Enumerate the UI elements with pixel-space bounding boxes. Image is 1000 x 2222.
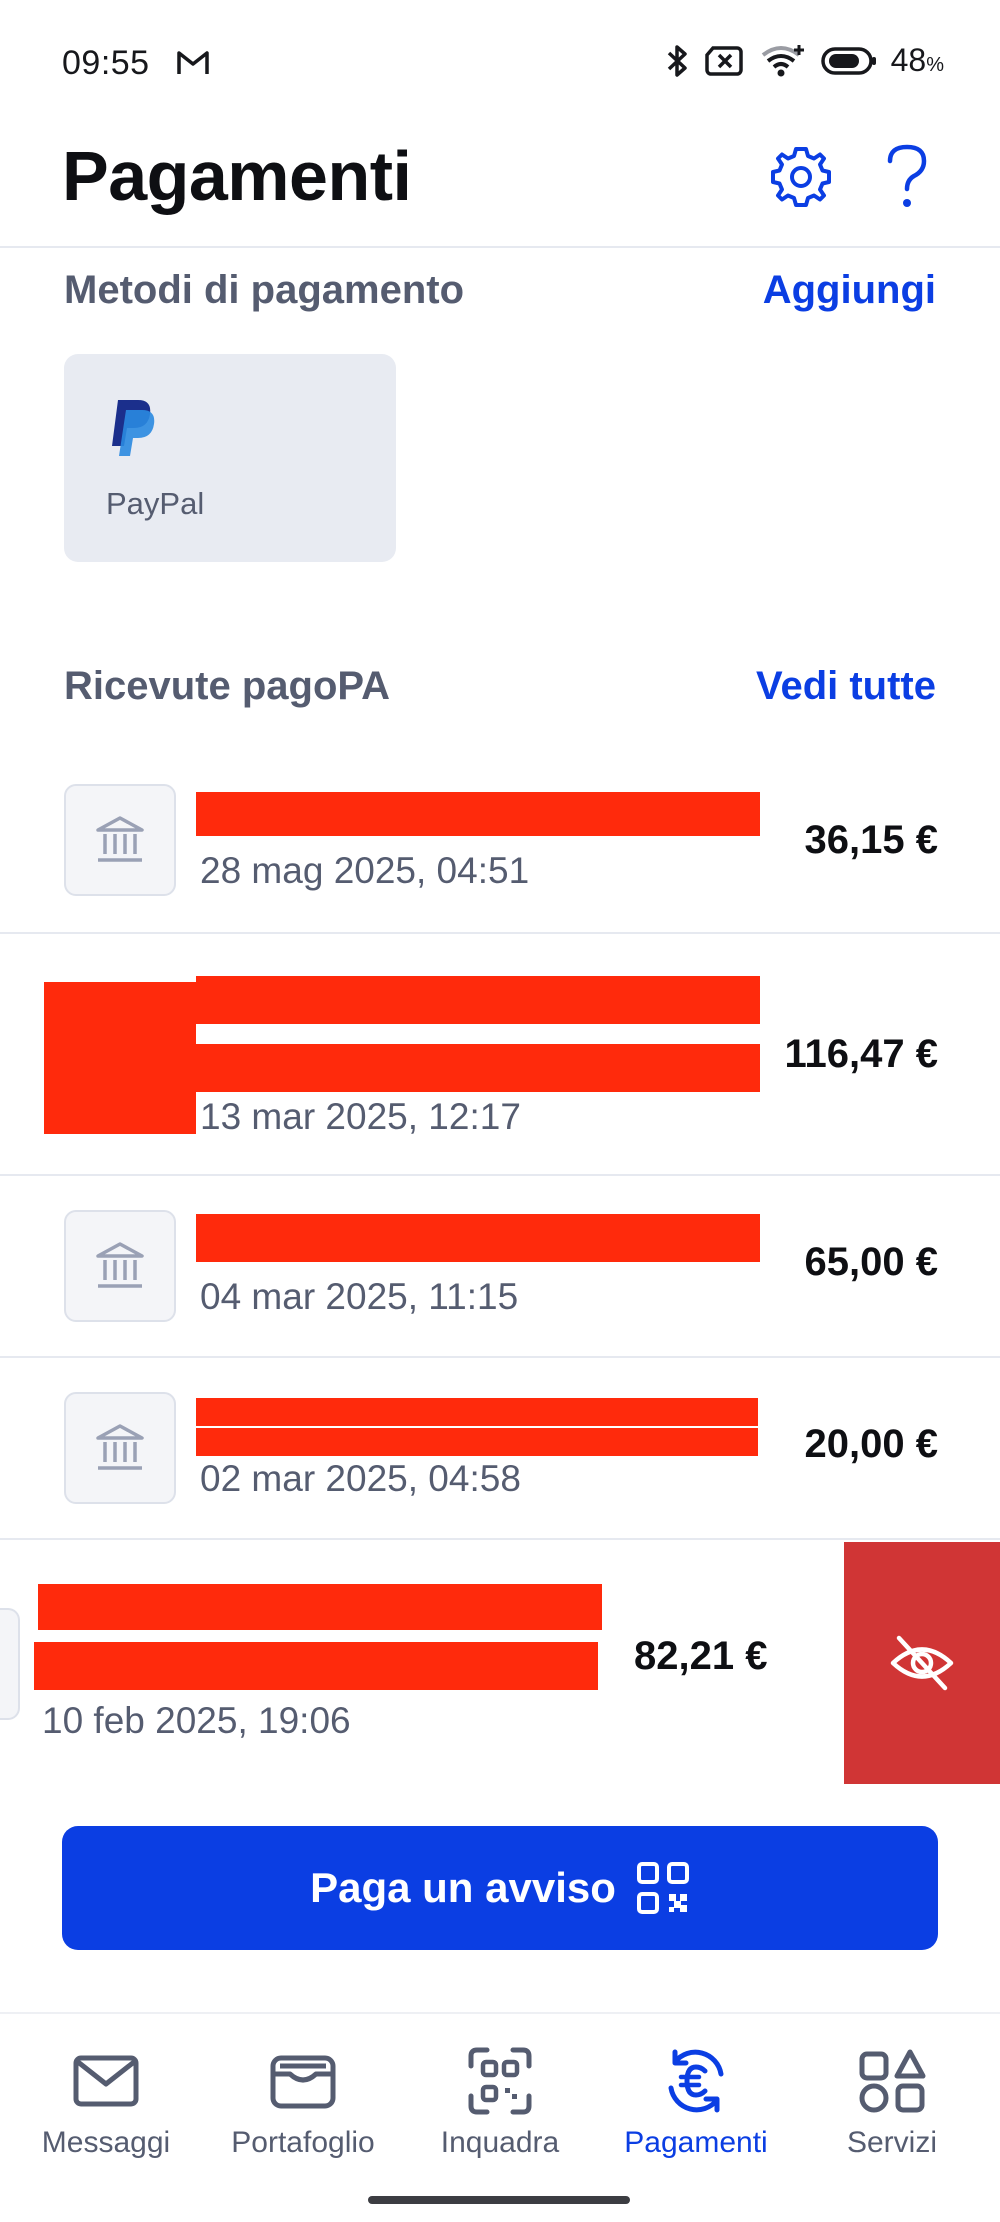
receipt-amount: 20,00 € xyxy=(804,1422,938,1466)
bank-icon xyxy=(64,784,176,896)
receipt-amount: 65,00 € xyxy=(804,1240,938,1284)
no-sim-icon xyxy=(704,45,745,77)
bluetooth-icon xyxy=(665,43,691,79)
home-indicator[interactable] xyxy=(368,2196,630,2204)
bank-icon xyxy=(0,1608,20,1720)
envelope-icon xyxy=(73,2055,139,2107)
redaction xyxy=(196,1044,760,1092)
help-icon xyxy=(887,144,927,207)
tab-servizi[interactable]: Servizi xyxy=(792,2044,992,2160)
bottom-tab-bar: Messaggi Portafoglio Inquadra Pagamenti … xyxy=(0,2012,1000,2222)
receipt-date: 10 feb 2025, 19:06 xyxy=(42,1700,351,1741)
bank-icon xyxy=(64,1210,176,1322)
tab-portafoglio[interactable]: Portafoglio xyxy=(203,2044,403,2160)
receipt-row[interactable]: 13 mar 2025, 12:17 116,47 € xyxy=(0,934,1000,1174)
eye-slash-icon xyxy=(890,1635,954,1691)
battery-percent-value: 48 xyxy=(890,42,927,78)
battery-percent: 48% xyxy=(891,42,944,79)
tab-messaggi[interactable]: Messaggi xyxy=(6,2044,206,2160)
status-bar: 09:55 48% xyxy=(0,0,1000,130)
receipt-row[interactable]: 04 mar 2025, 11:15 65,00 € xyxy=(0,1176,1000,1356)
receipt-date: 02 mar 2025, 04:58 xyxy=(200,1458,521,1499)
receipt-date: 13 mar 2025, 12:17 xyxy=(200,1096,521,1137)
payment-methods-title: Metodi di pagamento xyxy=(64,268,464,312)
tab-inquadra[interactable]: Inquadra xyxy=(400,2044,600,2160)
settings-button[interactable] xyxy=(766,142,836,212)
redaction xyxy=(44,982,196,1134)
redaction xyxy=(38,1584,602,1630)
bank-icon xyxy=(64,1392,176,1504)
paypal-logo xyxy=(108,398,160,463)
redaction xyxy=(196,976,760,1024)
shapes-icon xyxy=(859,2049,926,2113)
tab-pagamenti[interactable]: Pagamenti xyxy=(596,2044,796,2160)
tab-label: Portafoglio xyxy=(231,2126,375,2159)
receipt-row[interactable]: 10 feb 2025, 19:06 82,21 € xyxy=(0,1540,844,1784)
add-payment-method-link[interactable]: Aggiungi xyxy=(763,268,936,313)
euro-cycle-icon xyxy=(668,2049,724,2113)
payment-method-card-paypal[interactable]: PayPal xyxy=(64,354,396,562)
hide-receipt-button[interactable] xyxy=(844,1542,1000,1784)
payment-method-label: PayPal xyxy=(106,486,205,521)
page-title: Pagamenti xyxy=(62,137,412,215)
redaction xyxy=(196,1428,758,1456)
receipt-date: 04 mar 2025, 11:15 xyxy=(200,1276,519,1317)
tab-label: Messaggi xyxy=(41,2126,171,2159)
receipt-date: 28 mag 2025, 04:51 xyxy=(200,850,530,891)
receipt-row[interactable]: 28 mag 2025, 04:51 36,15 € xyxy=(0,770,1000,932)
receipt-amount: 82,21 € xyxy=(634,1634,768,1678)
qr-code-icon xyxy=(636,1862,689,1914)
tab-label: Inquadra xyxy=(440,2126,560,2159)
receipts-title: Ricevute pagoPA xyxy=(64,664,390,708)
status-icons: 48% xyxy=(665,42,944,79)
battery-percent-unit: % xyxy=(926,54,944,76)
receipt-amount: 116,47 € xyxy=(784,1032,939,1076)
pay-notice-button[interactable]: Paga un avviso xyxy=(62,1826,938,1950)
gmail-icon xyxy=(176,50,210,81)
receipt-amount: 36,15 € xyxy=(804,818,938,862)
redaction xyxy=(196,1398,758,1426)
tab-label: Servizi xyxy=(846,2126,937,2159)
status-time: 09:55 xyxy=(62,44,150,82)
battery-icon xyxy=(820,45,877,77)
redaction xyxy=(196,1214,760,1262)
tab-label: Pagamenti xyxy=(624,2126,768,2159)
view-all-receipts-link[interactable]: Vedi tutte xyxy=(756,664,936,709)
wifi-icon xyxy=(759,43,807,79)
redaction xyxy=(34,1642,598,1690)
redaction xyxy=(196,792,760,836)
wallet-icon xyxy=(270,2055,336,2109)
header-divider xyxy=(0,246,1000,248)
gear-icon xyxy=(771,147,831,207)
help-button[interactable] xyxy=(872,142,942,212)
pay-notice-label: Paga un avviso xyxy=(310,1864,616,1911)
receipt-row[interactable]: 02 mar 2025, 04:58 20,00 € xyxy=(0,1358,1000,1538)
qr-scan-icon xyxy=(468,2047,532,2115)
